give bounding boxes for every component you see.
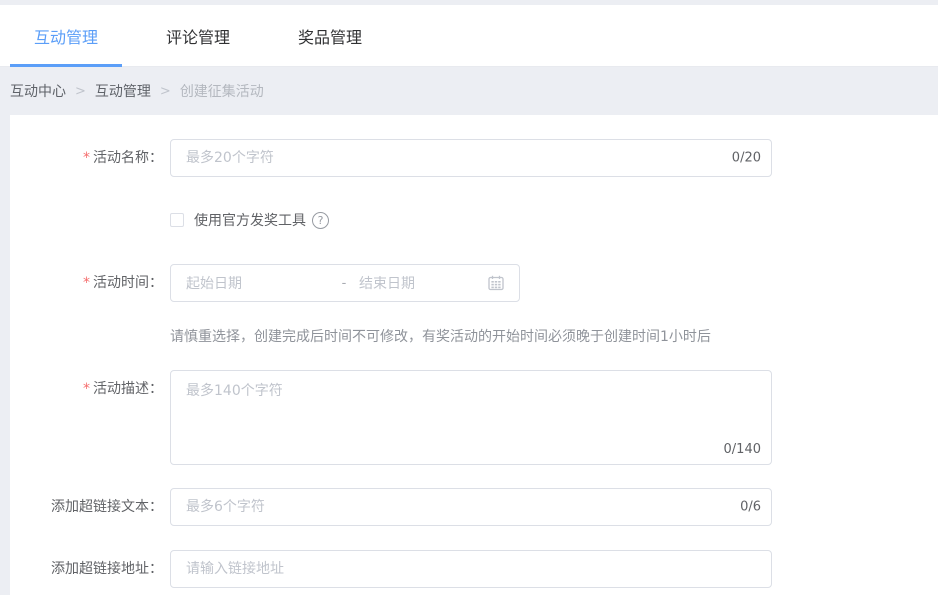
required-asterisk: * — [83, 150, 90, 166]
question-circle-icon[interactable]: ? — [312, 212, 329, 229]
link-text-label: 添加超链接文本： — [10, 488, 163, 526]
official-tool-label[interactable]: 使用官方发奖工具 — [194, 210, 306, 230]
tab-bar: 互动管理 评论管理 奖品管理 — [0, 5, 938, 67]
link-url-control — [170, 550, 772, 588]
link-url-input[interactable] — [170, 550, 772, 588]
tab-label: 互动管理 — [34, 24, 98, 48]
date-range-separator: - — [329, 276, 359, 291]
required-asterisk: * — [83, 275, 90, 291]
create-activity-form: *活动名称： 0/20 使用官方发奖工具 ? *活动时间： 起始日期 - 结束日… — [10, 115, 938, 595]
tab-comment-management[interactable]: 评论管理 — [142, 5, 254, 66]
tab-prize-management[interactable]: 奖品管理 — [274, 5, 386, 66]
activity-name-input[interactable] — [170, 139, 772, 177]
tab-label: 评论管理 — [166, 24, 230, 48]
activity-time-control: 起始日期 - 结束日期 — [170, 264, 520, 302]
start-date-placeholder: 起始日期 — [186, 273, 329, 293]
link-text-control: 0/6 — [170, 488, 772, 526]
official-tool-row: 使用官方发奖工具 ? — [10, 210, 938, 230]
tab-label: 奖品管理 — [298, 24, 362, 48]
activity-desc-label: *活动描述： — [10, 370, 163, 408]
activity-name-control: 0/20 — [170, 139, 772, 177]
required-asterisk: * — [83, 381, 90, 397]
activity-time-label: *活动时间： — [10, 264, 163, 302]
time-hint-text: 请慎重选择，创建完成后时间不可修改，有奖活动的开始时间必须晚于创建时间1小时后 — [10, 326, 938, 346]
breadcrumb-item-create-activity: 创建征集活动 — [180, 81, 264, 101]
activity-name-row: *活动名称： 0/20 — [10, 139, 938, 177]
activity-desc-row: *活动描述： 0/140 — [10, 370, 938, 465]
date-range-picker[interactable]: 起始日期 - 结束日期 — [170, 264, 520, 302]
breadcrumb-separator-icon: > — [160, 84, 171, 99]
activity-name-label: *活动名称： — [10, 139, 163, 177]
activity-desc-textarea[interactable] — [170, 370, 772, 465]
link-text-input[interactable] — [170, 488, 772, 526]
breadcrumb-separator-icon: > — [75, 84, 86, 99]
tab-interaction-management[interactable]: 互动管理 — [10, 5, 122, 66]
breadcrumb: 互动中心 > 互动管理 > 创建征集活动 — [0, 67, 938, 115]
calendar-icon — [488, 275, 504, 291]
link-url-label: 添加超链接地址： — [10, 550, 163, 588]
breadcrumb-item-interaction-management[interactable]: 互动管理 — [95, 81, 151, 101]
link-url-row: 添加超链接地址： — [10, 550, 938, 588]
link-text-row: 添加超链接文本： 0/6 — [10, 488, 938, 526]
breadcrumb-item-interaction-center[interactable]: 互动中心 — [10, 81, 66, 101]
activity-time-row: *活动时间： 起始日期 - 结束日期 — [10, 264, 938, 302]
official-tool-checkbox[interactable] — [170, 213, 184, 227]
end-date-placeholder: 结束日期 — [359, 273, 488, 293]
activity-desc-control: 0/140 — [170, 370, 772, 465]
